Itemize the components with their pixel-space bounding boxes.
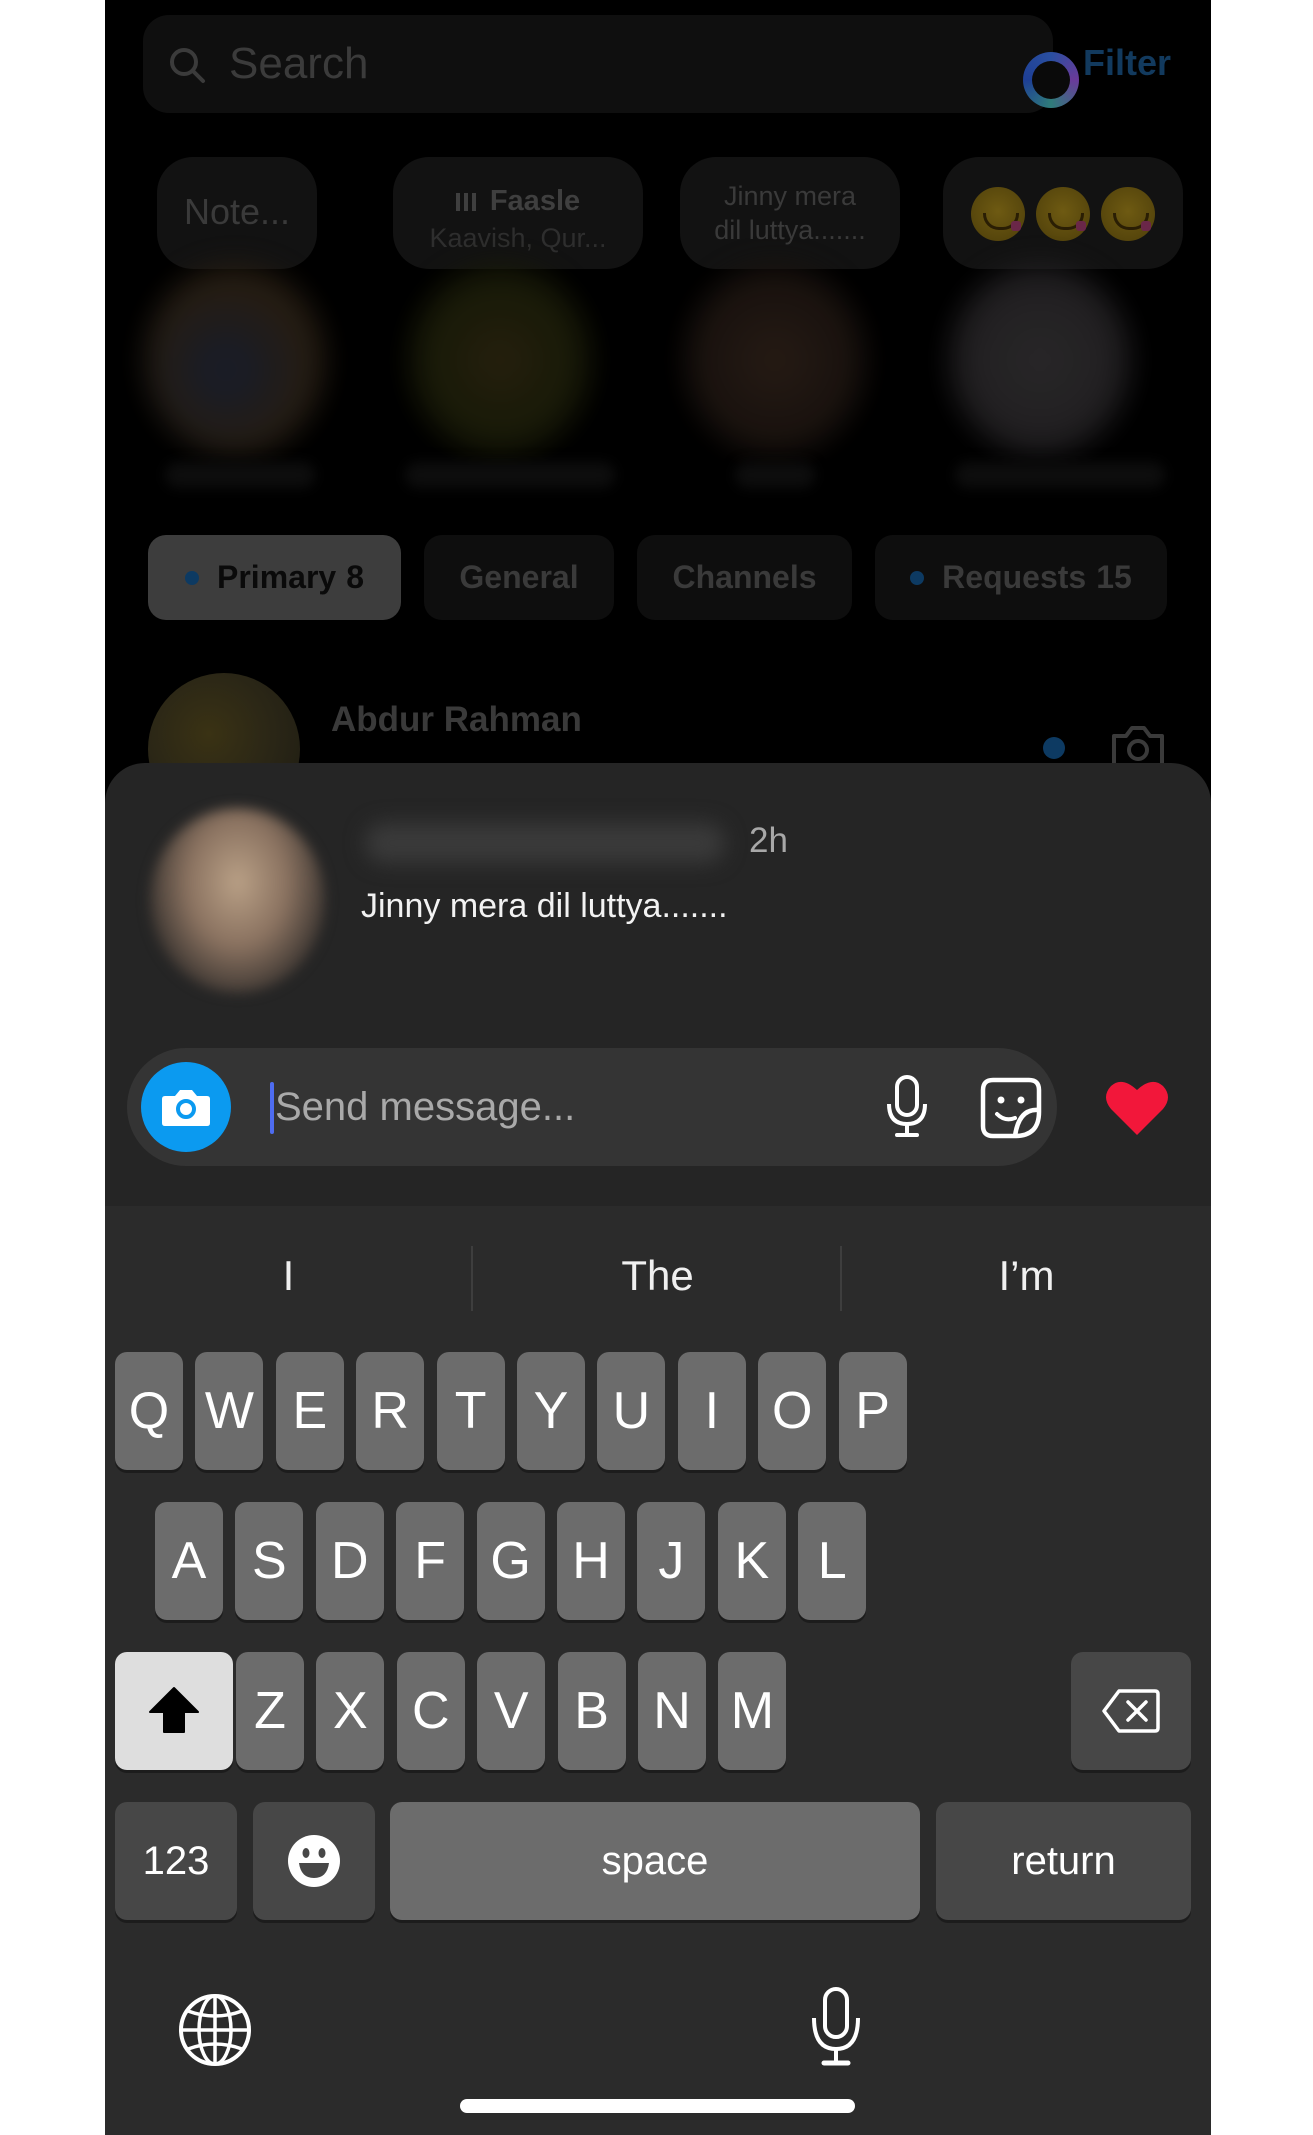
predictive-bar: I The I’m	[105, 1206, 1211, 1341]
key-p[interactable]: P	[838, 1352, 907, 1470]
key-t[interactable]: T	[436, 1352, 505, 1470]
replied-message: Jinny mera dil luttya.......	[361, 887, 728, 925]
unread-dot	[1043, 737, 1065, 759]
emoji-smile-icon	[288, 1835, 340, 1887]
story-avatar[interactable]	[410, 265, 590, 455]
tab-channels[interactable]: Channels	[637, 535, 852, 620]
meta-ai-icon[interactable]	[1023, 52, 1079, 108]
dictation-microphone-icon[interactable]	[810, 1986, 862, 2068]
message-time: 2h	[749, 821, 788, 860]
filter-button[interactable]: Filter	[1083, 42, 1171, 84]
heart-icon[interactable]	[1105, 1077, 1169, 1137]
tab-label: Requests	[942, 559, 1087, 595]
search-bar[interactable]: Search	[143, 15, 1079, 113]
key-k[interactable]: K	[717, 1502, 786, 1620]
key-h[interactable]: H	[557, 1502, 625, 1620]
key-b[interactable]: B	[557, 1652, 626, 1770]
suggestion-divider	[471, 1246, 473, 1311]
tab-general[interactable]: General	[424, 535, 614, 620]
note-song-artist: Kaavish, Qur...	[429, 223, 607, 253]
key-a[interactable]: A	[155, 1502, 223, 1620]
note-song-title: Faasle	[489, 185, 581, 217]
tab-primary[interactable]: Primary 8	[148, 535, 401, 620]
note-text: Note...	[183, 191, 291, 232]
key-m[interactable]: M	[718, 1652, 787, 1770]
yum-emoji-icon	[971, 187, 1025, 241]
story-avatar[interactable]	[950, 265, 1130, 455]
backspace-key[interactable]	[1071, 1652, 1191, 1770]
phone-screen: Search Filter Note... Faasle Kaavish, Qu…	[105, 0, 1211, 2135]
key-x[interactable]: X	[316, 1652, 385, 1770]
ios-keyboard: I The I’m QWERTYUIOP ASDFGHJKL Z X C V B…	[105, 1206, 1211, 2135]
yum-emoji-icon	[1101, 187, 1155, 241]
sticker-icon[interactable]	[979, 1076, 1043, 1140]
note-bubble-music[interactable]: Faasle Kaavish, Qur...	[393, 157, 643, 269]
thread-name[interactable]: Abdur Rahman	[331, 700, 582, 740]
story-username-blurred	[955, 462, 1165, 488]
home-indicator[interactable]	[460, 2099, 855, 2113]
key-n[interactable]: N	[638, 1652, 706, 1770]
key-v[interactable]: V	[477, 1652, 546, 1770]
key-z[interactable]: Z	[236, 1652, 304, 1770]
unread-dot	[910, 570, 925, 585]
key-r[interactable]: R	[356, 1352, 425, 1470]
key-i[interactable]: I	[677, 1352, 746, 1470]
emoji-key[interactable]	[253, 1802, 375, 1920]
tab-count: 15	[1096, 559, 1132, 595]
story-username-blurred	[735, 462, 815, 488]
key-e[interactable]: E	[275, 1352, 344, 1470]
space-key[interactable]: space	[390, 1802, 920, 1920]
note-bubble-own[interactable]: Note...	[157, 157, 317, 269]
suggestion-divider	[840, 1246, 842, 1311]
suggestion-item[interactable]: I’m	[843, 1231, 1210, 1321]
suggestion-item[interactable]: I	[105, 1231, 472, 1321]
sender-name-blurred	[365, 823, 725, 863]
note-bubble-text[interactable]: Jinny mera dil luttya.......	[680, 157, 900, 269]
tab-requests[interactable]: Requests 15	[875, 535, 1167, 620]
music-bars-icon	[455, 193, 478, 212]
quick-reply-sheet: 2h Jinny mera dil luttya....... Send mes…	[105, 763, 1211, 2135]
key-l[interactable]: L	[798, 1502, 867, 1620]
microphone-icon[interactable]	[882, 1074, 932, 1140]
yum-emoji-icon	[1036, 187, 1090, 241]
key-w[interactable]: W	[195, 1352, 264, 1470]
key-f[interactable]: F	[396, 1502, 465, 1620]
return-key[interactable]: return	[936, 1802, 1191, 1920]
globe-icon[interactable]	[178, 1993, 252, 2067]
suggestion-item[interactable]: The	[474, 1231, 841, 1321]
key-u[interactable]: U	[597, 1352, 666, 1470]
shift-arrow-icon	[149, 1687, 199, 1733]
key-g[interactable]: G	[476, 1502, 545, 1620]
key-c[interactable]: C	[396, 1652, 465, 1770]
message-composer	[127, 1048, 1057, 1166]
key-s[interactable]: S	[235, 1502, 304, 1620]
note-bubble-emoji[interactable]	[943, 157, 1183, 269]
shift-key[interactable]	[115, 1652, 233, 1770]
note-text-line1: Jinny mera	[723, 181, 857, 211]
key-q[interactable]: Q	[115, 1352, 183, 1470]
tab-count: 8	[346, 559, 364, 595]
story-avatar[interactable]	[145, 265, 325, 455]
camera-icon	[162, 1090, 210, 1126]
key-d[interactable]: D	[315, 1502, 384, 1620]
key-j[interactable]: J	[637, 1502, 706, 1620]
search-icon	[170, 48, 205, 83]
numbers-key[interactable]: 123	[115, 1802, 237, 1920]
unread-dot	[185, 570, 199, 585]
sender-avatar	[150, 808, 325, 993]
story-username-blurred	[165, 462, 315, 488]
tab-label: Channels	[672, 559, 817, 595]
send-message-input[interactable]	[271, 1068, 711, 1146]
story-username-blurred	[405, 462, 615, 488]
story-avatar[interactable]	[685, 265, 865, 455]
camera-button[interactable]	[141, 1062, 231, 1152]
note-text-line2: dil luttya.......	[714, 215, 866, 245]
key-y[interactable]: Y	[517, 1352, 585, 1470]
key-o[interactable]: O	[758, 1352, 827, 1470]
backspace-icon	[1102, 1689, 1160, 1733]
tab-label: General	[459, 559, 579, 595]
tab-label: Primary	[217, 559, 337, 595]
search-placeholder: Search	[229, 39, 369, 88]
